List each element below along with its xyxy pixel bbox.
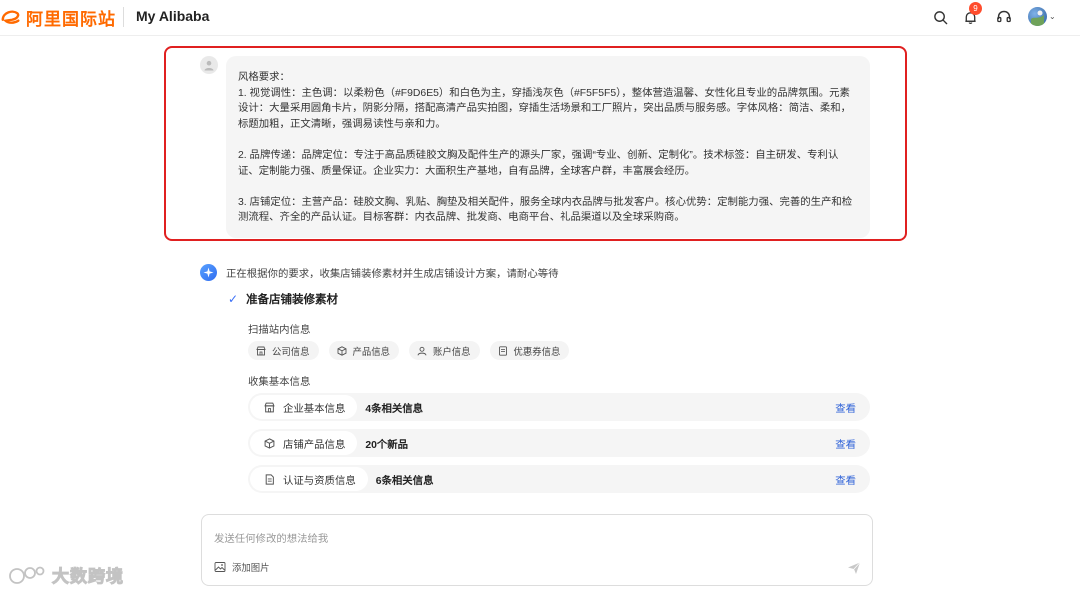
logo-text: 阿里国际站 bbox=[26, 9, 116, 29]
message-paragraph: 3. 店铺定位：主营产品：硅胶文胸、乳贴、胸垫及相关配件，服务全球内衣品牌与批发… bbox=[238, 196, 853, 224]
scan-chips: 公司信息 产品信息 账户信息 优惠券信息 bbox=[248, 341, 579, 360]
message-paragraph: 2. 品牌传递：品牌定位：专注于高品质硅胶文胸及配件生产的源头厂家，强调“专业、… bbox=[238, 149, 839, 177]
watermark-text: 大数跨境 bbox=[52, 567, 124, 587]
watermark-logo-icon bbox=[9, 566, 45, 584]
info-pill: 认证与资质信息 bbox=[250, 467, 368, 491]
info-row-products: 店铺产品信息 20个新品 查看 bbox=[248, 429, 870, 457]
chip-label: 优惠券信息 bbox=[513, 345, 561, 357]
header-divider bbox=[123, 7, 124, 27]
watermark: 大数跨境 bbox=[8, 562, 124, 587]
message-composer[interactable]: 发送任何修改的想法给我 添加图片 bbox=[201, 514, 873, 586]
add-image-label: 添加图片 bbox=[232, 562, 270, 573]
view-link[interactable]: 查看 bbox=[835, 472, 856, 487]
check-icon: ✓ bbox=[228, 292, 239, 306]
assistant-status: 正在根据你的要求，收集店铺装修素材并生成店铺设计方案，请耐心等待 bbox=[200, 264, 559, 281]
scan-chip-product[interactable]: 产品信息 bbox=[328, 341, 400, 360]
chip-label: 公司信息 bbox=[272, 345, 310, 357]
image-icon bbox=[214, 562, 226, 572]
box-icon bbox=[337, 345, 347, 356]
info-value: 6条相关信息 bbox=[375, 475, 434, 487]
top-header: 阿里国际站 My Alibaba 9 ⌄ bbox=[0, 0, 1080, 36]
scan-chip-account[interactable]: 账户信息 bbox=[409, 341, 480, 360]
view-link[interactable]: 查看 bbox=[835, 400, 856, 415]
composer-placeholder[interactable]: 发送任何修改的想法给我 bbox=[214, 530, 328, 545]
info-value: 20个新品 bbox=[365, 439, 409, 451]
add-image-button[interactable]: 添加图片 bbox=[214, 560, 270, 574]
scan-section-label: 扫描站内信息 bbox=[248, 325, 311, 336]
info-value: 4条相关信息 bbox=[365, 403, 424, 415]
ai-sparkle-icon bbox=[200, 264, 217, 281]
info-pill: 店铺产品信息 bbox=[250, 431, 358, 455]
site-title[interactable]: My Alibaba bbox=[136, 8, 209, 24]
collect-section-label: 收集基本信息 bbox=[248, 377, 311, 388]
scan-chip-coupon[interactable]: 优惠券信息 bbox=[489, 341, 570, 360]
chevron-down-icon[interactable]: ⌄ bbox=[1049, 12, 1056, 21]
chip-label: 产品信息 bbox=[352, 345, 391, 357]
box-icon bbox=[264, 437, 275, 449]
info-label: 店铺产品信息 bbox=[283, 439, 346, 451]
store-icon bbox=[264, 402, 275, 413]
user-icon bbox=[417, 346, 427, 356]
view-link[interactable]: 查看 bbox=[835, 436, 856, 451]
info-row-company: 企业基本信息 4条相关信息 查看 bbox=[248, 393, 870, 421]
coupon-icon bbox=[498, 345, 508, 356]
avatar[interactable] bbox=[1028, 7, 1047, 26]
step-title: 准备店铺装修素材 bbox=[246, 294, 339, 306]
search-icon[interactable] bbox=[930, 7, 950, 27]
alibaba-logo-mark-icon bbox=[1, 10, 20, 24]
scan-chip-company[interactable]: 公司信息 bbox=[248, 341, 319, 360]
notification-badge: 9 bbox=[969, 2, 982, 15]
info-pill: 企业基本信息 bbox=[250, 395, 358, 419]
document-icon bbox=[264, 473, 275, 485]
store-icon bbox=[256, 346, 266, 356]
alibaba-logo[interactable]: 阿里国际站 bbox=[0, 4, 116, 30]
info-label: 认证与资质信息 bbox=[283, 475, 356, 487]
user-message-bubble: 风格要求： 1. 视觉调性：主色调：以柔粉色（#F9D6E5）和白色为主，穿插浅… bbox=[226, 56, 870, 238]
user-avatar-icon bbox=[200, 56, 218, 74]
step-header[interactable]: ✓ 准备店铺装修素材 bbox=[228, 291, 338, 307]
message-line: 风格要求： bbox=[238, 72, 290, 83]
info-label: 企业基本信息 bbox=[283, 403, 346, 415]
chip-label: 账户信息 bbox=[433, 345, 471, 357]
info-row-certifications: 认证与资质信息 6条相关信息 查看 bbox=[248, 465, 870, 493]
assistant-status-text: 正在根据你的要求，收集店铺装修素材并生成店铺设计方案，请耐心等待 bbox=[226, 269, 559, 280]
message-paragraph: 1. 视觉调性：主色调：以柔粉色（#F9D6E5）和白色为主，穿插浅灰色（#F5… bbox=[238, 87, 852, 130]
headset-icon[interactable] bbox=[994, 7, 1014, 27]
send-icon[interactable] bbox=[847, 561, 861, 575]
